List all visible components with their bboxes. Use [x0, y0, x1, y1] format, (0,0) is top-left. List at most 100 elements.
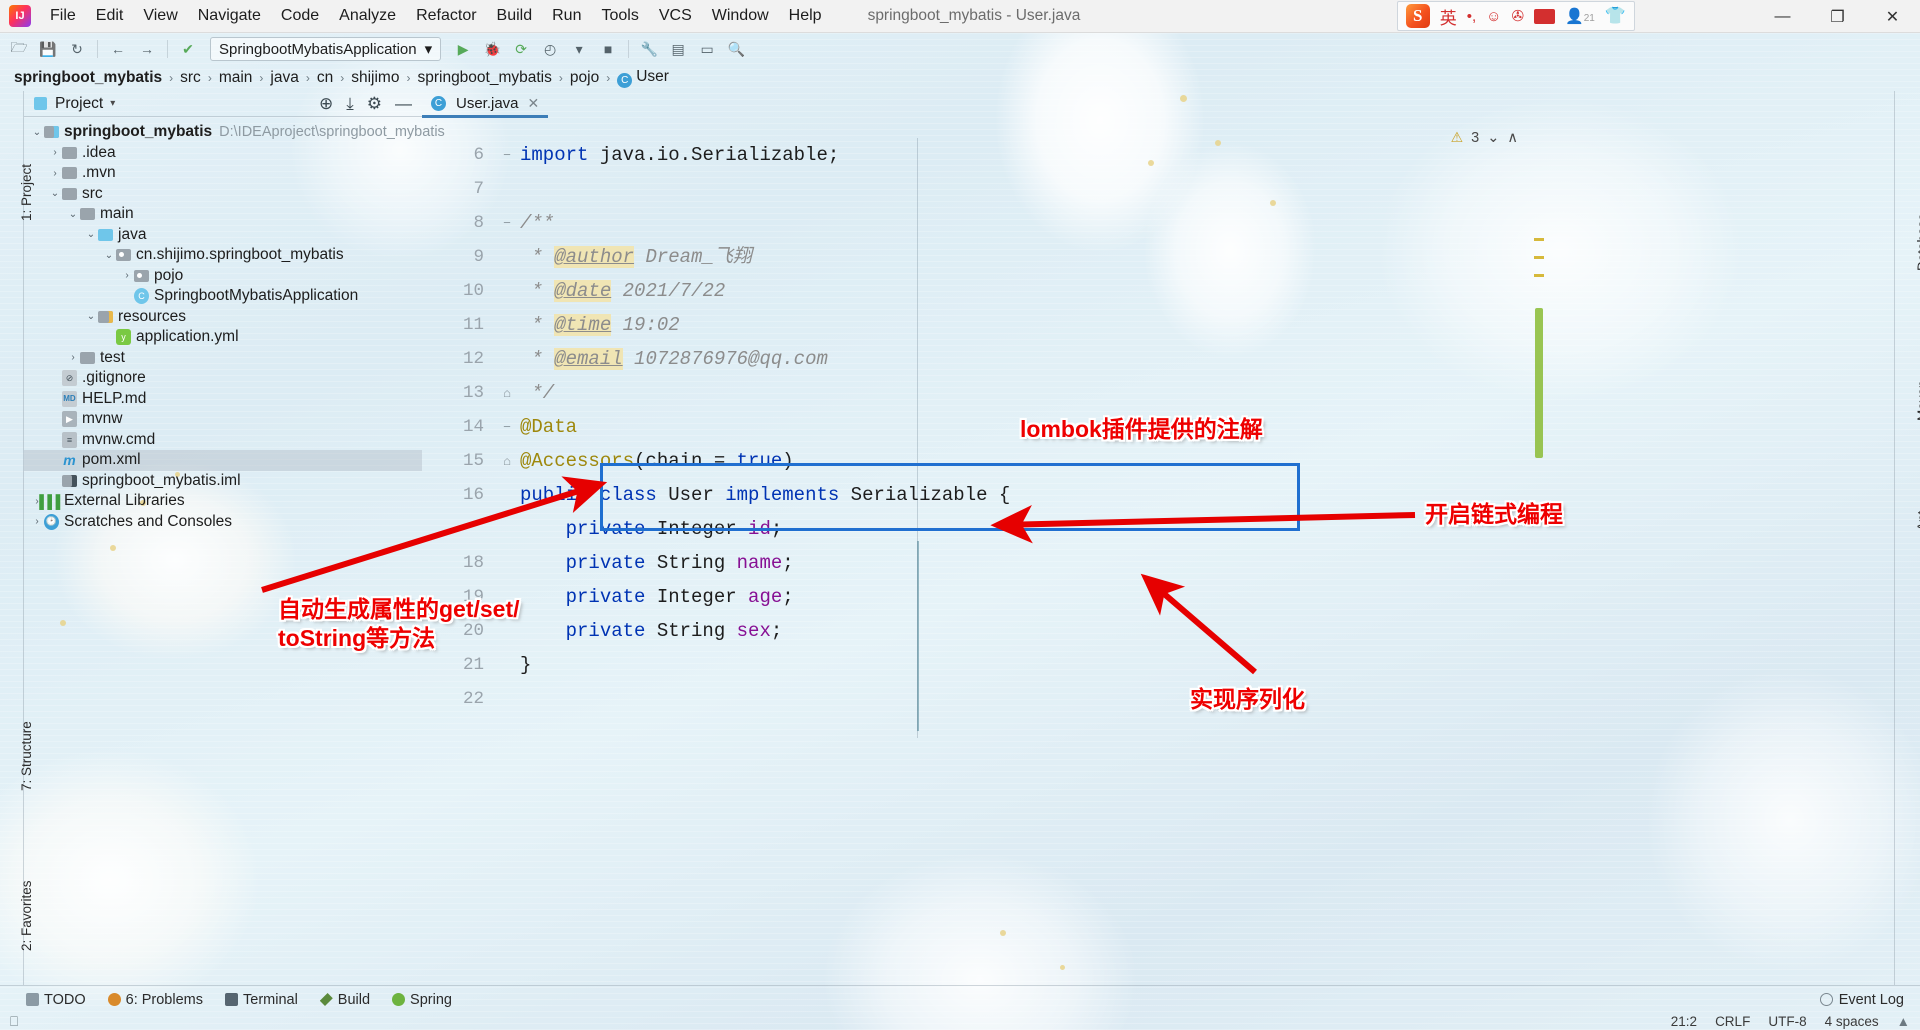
chevron-right-icon[interactable]: ›: [66, 352, 80, 363]
sidebar-item-ant[interactable]: Ant: [1915, 511, 1920, 531]
line-number[interactable]: 15: [422, 444, 494, 478]
code-fold-icon[interactable]: −: [494, 206, 520, 240]
ime-user-icon[interactable]: 👤21: [1565, 7, 1595, 25]
breadcrumb-item-cn[interactable]: cn: [313, 68, 337, 88]
tree-node-springboot-mybatis[interactable]: ⌄ springboot_mybatis D:\IDEAproject\spring…: [24, 122, 445, 143]
code-line[interactable]: * @date 2021/7/22: [520, 274, 1532, 308]
menu-item-code[interactable]: Code: [271, 4, 329, 28]
breadcrumb-item-pojo[interactable]: pojo: [566, 68, 603, 88]
breadcrumb-item-src[interactable]: src: [176, 68, 205, 88]
chevron-down-icon[interactable]: ▾: [566, 37, 592, 61]
back-icon[interactable]: ←: [105, 37, 131, 61]
debug-icon[interactable]: 🐞: [479, 37, 505, 61]
menu-item-file[interactable]: File: [40, 4, 86, 28]
code-line[interactable]: * @author Dream_飞翔: [520, 240, 1532, 274]
sidebar-item-database[interactable]: Database: [1915, 213, 1920, 271]
maximize-button[interactable]: ❐: [1810, 0, 1865, 33]
breadcrumb-item-project[interactable]: springboot_mybatis: [10, 68, 166, 88]
tree-node-external-libraries[interactable]: › ▌▌▌ External Libraries: [24, 491, 422, 512]
scrollbar-warning-mark[interactable]: [1534, 274, 1544, 277]
chevron-down-icon[interactable]: ⌄: [84, 311, 98, 322]
ime-emoji-icon[interactable]: ☺: [1486, 8, 1501, 25]
save-all-icon[interactable]: 💾: [35, 37, 61, 61]
chevron-down-icon[interactable]: ⌄: [30, 127, 44, 138]
line-number[interactable]: 13: [422, 376, 494, 410]
ime-microphone-icon[interactable]: ✇: [1511, 7, 1524, 25]
tree-node-gitignore[interactable]: ⊘ .gitignore: [24, 368, 422, 389]
code-line[interactable]: private String name;: [520, 546, 1532, 580]
project-tree[interactable]: ⌄ springboot_mybatis D:\IDEAproject\spring…: [24, 117, 445, 532]
tree-node-main[interactable]: ⌄ main: [24, 204, 422, 225]
code-line[interactable]: [520, 172, 1532, 206]
line-number[interactable]: 7: [422, 172, 494, 206]
tree-node-springbootmybatisapplication[interactable]: C SpringbootMybatisApplication: [24, 286, 422, 307]
sogou-logo-icon[interactable]: S: [1405, 4, 1430, 28]
tree-node-src[interactable]: ⌄ src: [24, 184, 422, 205]
hide-panel-icon[interactable]: —: [395, 94, 412, 114]
sidebar-item-maven[interactable]: Maven: [1915, 380, 1920, 421]
chevron-down-icon[interactable]: ⌄: [66, 209, 80, 220]
code-fold-icon[interactable]: −: [494, 138, 520, 172]
menu-item-refactor[interactable]: Refactor: [406, 4, 486, 28]
menu-item-edit[interactable]: Edit: [86, 4, 134, 28]
chevron-down-icon[interactable]: ⌄: [102, 250, 116, 261]
tree-node-mvn[interactable]: › .mvn: [24, 163, 422, 184]
file-encoding[interactable]: UTF-8: [1768, 1014, 1806, 1029]
ime-skin-icon[interactable]: 👕: [1605, 6, 1626, 26]
code-line[interactable]: * @time 19:02: [520, 308, 1532, 342]
sync-icon[interactable]: ↻: [64, 37, 90, 61]
tree-node-help-md[interactable]: MD HELP.md: [24, 389, 422, 410]
line-number[interactable]: 16: [422, 478, 494, 512]
menu-item-window[interactable]: Window: [702, 4, 779, 28]
tree-node-test[interactable]: › test: [24, 348, 422, 369]
line-number[interactable]: 11: [422, 308, 494, 342]
code-folding-gutter[interactable]: − − ⌂ − ⌂: [494, 118, 520, 985]
chevron-down-icon[interactable]: ▾: [425, 40, 433, 58]
line-number[interactable]: [422, 512, 494, 546]
project-panel-title[interactable]: Project: [55, 95, 103, 113]
lock-icon[interactable]: ⎕: [10, 1014, 18, 1030]
bottom-item-terminal[interactable]: Terminal: [225, 992, 298, 1008]
close-button[interactable]: ✕: [1865, 0, 1920, 33]
stop-icon[interactable]: ■: [595, 37, 621, 61]
code-fold-icon[interactable]: ⌂: [494, 376, 520, 410]
line-number[interactable]: 12: [422, 342, 494, 376]
source-code[interactable]: import java.io.Serializable; /** * @auth…: [520, 118, 1532, 985]
breadcrumb-item-main[interactable]: main: [215, 68, 257, 88]
chevron-down-icon[interactable]: ▾: [110, 98, 115, 109]
tree-node-application-yml[interactable]: y application.yml: [24, 327, 422, 348]
search-everywhere-icon[interactable]: 🔍: [723, 37, 749, 61]
inspection-widget[interactable]: ⚠ 3 ⌄ ∧: [1451, 129, 1518, 146]
bottom-item-spring[interactable]: Spring: [392, 992, 452, 1008]
menu-item-build[interactable]: Build: [487, 4, 543, 28]
ime-keyboard-icon[interactable]: [1534, 8, 1556, 24]
bottom-item-build[interactable]: Build: [319, 992, 370, 1008]
ime-mode-label[interactable]: 英: [1440, 4, 1457, 29]
menu-item-vcs[interactable]: VCS: [649, 4, 702, 28]
run-icon[interactable]: ▶: [450, 37, 476, 61]
tree-node-springboot-mybatis-iml[interactable]: springboot_mybatis.iml: [24, 471, 422, 492]
line-number[interactable]: 22: [422, 682, 494, 716]
chevron-right-icon[interactable]: ›: [120, 270, 134, 281]
compile-icon[interactable]: ✔: [175, 37, 201, 61]
code-line[interactable]: }: [520, 648, 1532, 682]
scrollbar-thumb[interactable]: [1535, 308, 1543, 458]
minimize-button[interactable]: —: [1755, 0, 1810, 33]
run-configuration-selector[interactable]: SpringbootMybatisApplication ▾: [210, 37, 442, 61]
code-line[interactable]: * @email 1072876976@qq.com: [520, 342, 1532, 376]
chevron-right-icon[interactable]: ›: [30, 516, 44, 527]
close-icon[interactable]: ✕: [528, 95, 540, 112]
scrollbar-warning-mark[interactable]: [1534, 256, 1544, 259]
breadcrumb-item-user[interactable]: C User: [613, 67, 673, 89]
chevron-down-icon[interactable]: ⌄: [84, 229, 98, 240]
scrollbar-warning-mark[interactable]: [1534, 238, 1544, 241]
line-number[interactable]: 21: [422, 648, 494, 682]
updates-icon[interactable]: ▭: [694, 37, 720, 61]
editor-tab-user-java[interactable]: C User.java ✕: [422, 91, 549, 118]
menu-item-tools[interactable]: Tools: [591, 4, 648, 28]
editor-scrollbar[interactable]: [1532, 118, 1546, 878]
menu-item-run[interactable]: Run: [542, 4, 591, 28]
line-number[interactable]: 10: [422, 274, 494, 308]
caret-position[interactable]: 21:2: [1671, 1014, 1697, 1029]
tree-node-pom-xml[interactable]: m pom.xml: [24, 450, 422, 471]
